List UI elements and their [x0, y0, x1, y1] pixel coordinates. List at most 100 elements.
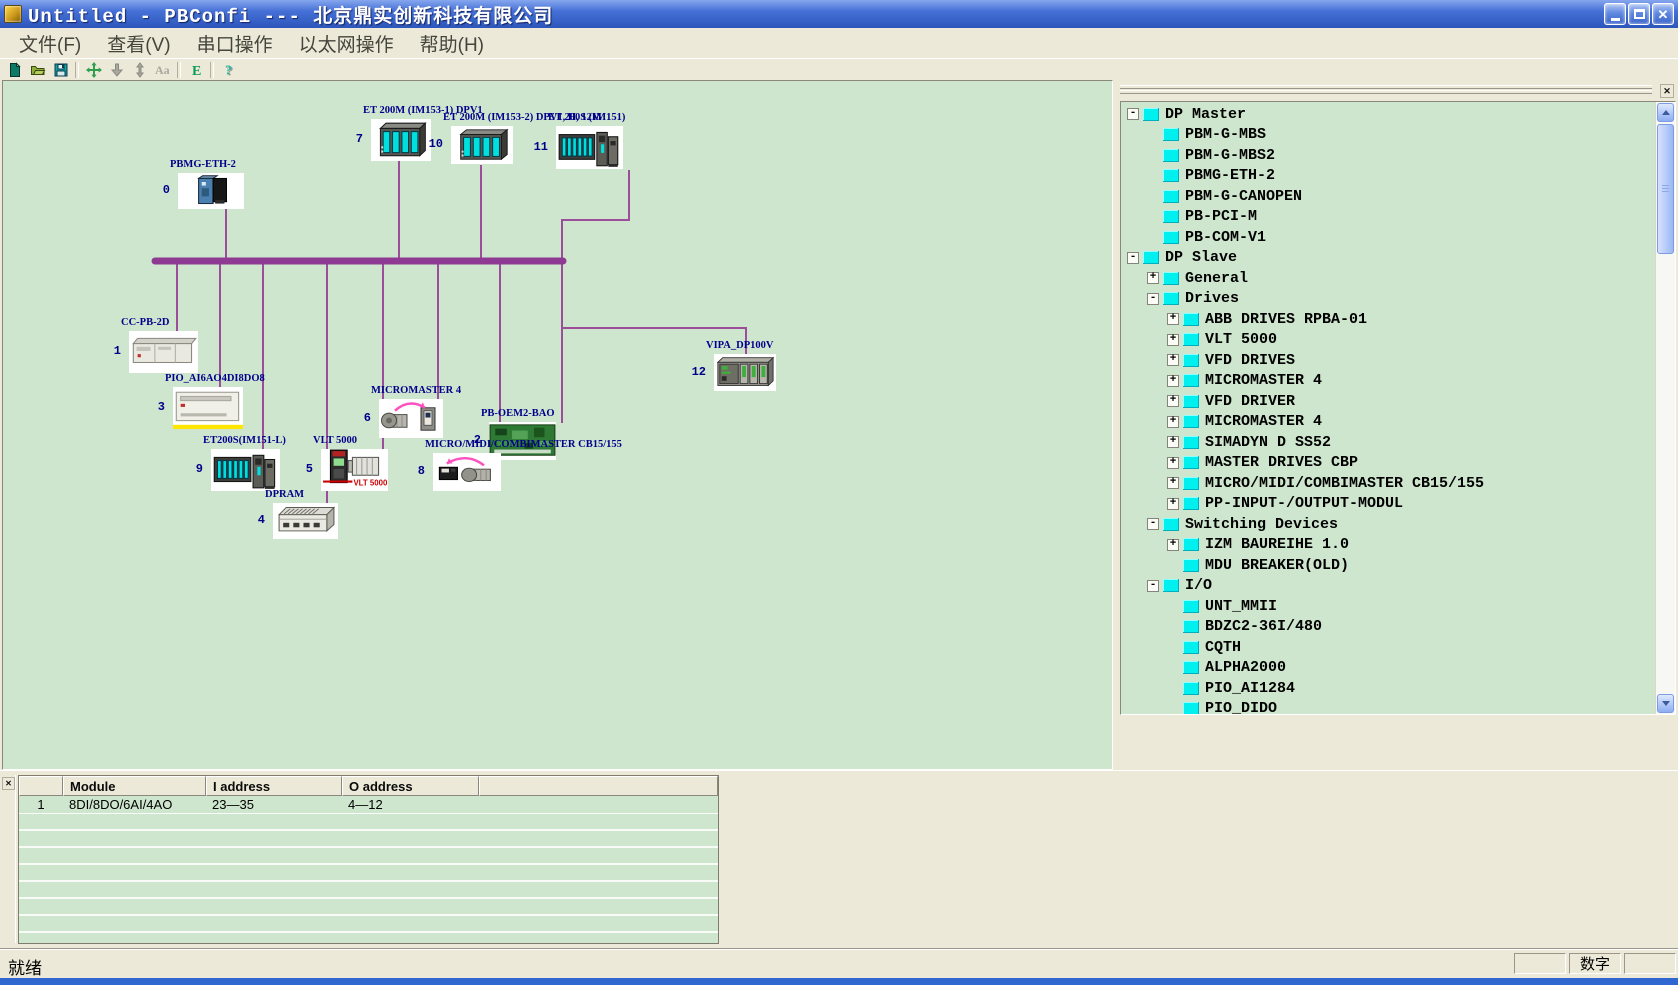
tree-expand-icon[interactable]: + [1167, 477, 1179, 489]
tree-item-pio-dido[interactable]: PIO_DIDO [1123, 699, 1654, 715]
menu-item-m3[interactable]: 以太网操作 [286, 30, 407, 57]
tree-expand-icon[interactable]: + [1167, 539, 1179, 551]
tree-item-pb-pci-m[interactable]: PB-PCI-M [1123, 207, 1654, 228]
scroll-down-button[interactable] [1657, 694, 1674, 713]
tree-item-unt-mmii[interactable]: UNT_MMII [1123, 596, 1654, 617]
tree-item-switching-devices[interactable]: - Switching Devices [1123, 514, 1654, 535]
tree-item-master-drives-cbp[interactable]: +MASTER DRIVES CBP [1123, 453, 1654, 474]
tree-collapse-icon[interactable]: - [1127, 108, 1139, 120]
device-node-dpram[interactable] [273, 503, 338, 539]
toolbar-button-arrow-down[interactable] [105, 60, 128, 79]
tree-item-dp-master[interactable]: -DP Master [1123, 104, 1654, 125]
tree-item-vfd-driver[interactable]: +VFD DRIVER [1123, 391, 1654, 412]
tree-item-pbmg-eth-2[interactable]: PBMG-ETH-2 [1123, 166, 1654, 187]
tree-expand-icon[interactable]: + [1167, 354, 1179, 366]
tree-expand-icon[interactable]: + [1167, 313, 1179, 325]
tree-item-pb-com-v1[interactable]: PB-COM-V1 [1123, 227, 1654, 248]
tree-expand-icon[interactable]: + [1167, 498, 1179, 510]
device-node-pbmg-eth-2[interactable] [178, 173, 244, 209]
toolbar-button-letter-e[interactable]: E [184, 60, 207, 79]
table-panel-close-button[interactable]: ✕ [2, 777, 15, 790]
menu-item-m2[interactable]: 串口操作 [184, 30, 286, 57]
device-type-icon [1163, 210, 1179, 223]
device-tree: -DP MasterPBM-G-MBSPBM-G-MBS2PBMG-ETH-2P… [1123, 104, 1654, 714]
close-icon: ✕ [1658, 8, 1669, 21]
station-number-4: 4 [245, 513, 265, 527]
table-row[interactable]: 18DI/8DO/6AI/4AO23—354—12 [19, 796, 718, 814]
tree-item-pp-input-output-modul[interactable]: +PP-INPUT-/OUTPUT-MODUL [1123, 494, 1654, 515]
tree-item-micromaster-4[interactable]: +MICROMASTER 4 [1123, 412, 1654, 433]
toolbar-button-font-size[interactable]: Aa [151, 60, 174, 79]
toolbar-button-open-folder[interactable] [26, 60, 49, 79]
tree-expand-icon[interactable]: + [1147, 272, 1159, 284]
tree-item-cqth[interactable]: CQTH [1123, 637, 1654, 658]
tree-item-izm-baureihe-1-0[interactable]: +IZM BAUREIHE 1.0 [1123, 535, 1654, 556]
device-node-et-200s-im151[interactable] [556, 126, 623, 169]
tree-expand-icon[interactable]: + [1167, 457, 1179, 469]
panel-gripper[interactable]: ✕ [1120, 84, 1674, 98]
tree-item-drives[interactable]: -Drives [1123, 289, 1654, 310]
tree-collapse-icon[interactable]: - [1127, 252, 1139, 264]
tree-item-bdzc2-36i-480[interactable]: BDZC2-36I/480 [1123, 617, 1654, 638]
tree-item-mdu-breaker-old[interactable]: MDU BREAKER(OLD) [1123, 555, 1654, 576]
device-node-vipa-dp100v[interactable] [714, 354, 776, 391]
window-close-button[interactable]: ✕ [1652, 3, 1674, 25]
scroll-up-button[interactable] [1657, 103, 1674, 122]
tree-collapse-icon[interactable]: - [1147, 293, 1159, 305]
diagram-canvas[interactable]: PBMG-ETH-20ET 200M (IM153-1) DPV17ET 200… [2, 80, 1113, 770]
device-node-vlt-5000[interactable]: VLT 5000 [321, 449, 388, 491]
tree-collapse-icon[interactable]: - [1147, 580, 1159, 592]
table-header-row-number[interactable] [19, 776, 63, 796]
tree-item-label: Switching Devices [1185, 516, 1338, 533]
toolbar-button-move-cross[interactable] [82, 60, 105, 79]
tree-collapse-icon[interactable]: - [1147, 518, 1159, 530]
toolbar-button-save[interactable] [49, 60, 72, 79]
tree-expand-icon[interactable]: + [1167, 375, 1179, 387]
tree-expand-icon[interactable]: + [1167, 334, 1179, 346]
menu-item-h[interactable]: 帮助(H) [407, 30, 497, 57]
tree-item-abb-drives-rpba-01[interactable]: +ABB DRIVES RPBA-01 [1123, 309, 1654, 330]
menu-item-f[interactable]: 文件(F) [6, 30, 94, 57]
table-header-i-address[interactable]: I address [206, 776, 342, 796]
window-minimize-button[interactable] [1604, 3, 1626, 25]
device-tree-box[interactable]: -DP MasterPBM-G-MBSPBM-G-MBS2PBMG-ETH-2P… [1120, 101, 1676, 715]
device-node-cc-pb-2d[interactable] [129, 331, 198, 373]
tree-expand-icon[interactable]: + [1167, 416, 1179, 428]
tree-scrollbar[interactable] [1655, 102, 1675, 714]
tree-item-pbm-g-canopen[interactable]: PBM-G-CANOPEN [1123, 186, 1654, 207]
tree-item-pbm-g-mbs2[interactable]: PBM-G-MBS2 [1123, 145, 1654, 166]
tree-item-vlt-5000[interactable]: +VLT 5000 [1123, 330, 1654, 351]
tree-item-alpha2000[interactable]: ALPHA2000 [1123, 658, 1654, 679]
tree-item-i-o[interactable]: -I/O [1123, 576, 1654, 597]
tree-item-vfd-drives[interactable]: +VFD DRIVES [1123, 350, 1654, 371]
menu-bar: 文件(F)查看(V)串口操作以太网操作帮助(H) [0, 28, 1678, 59]
tree-expand-icon[interactable]: + [1167, 436, 1179, 448]
tree-item-simadyn-d-ss52[interactable]: +SIMADYN D SS52 [1123, 432, 1654, 453]
tree-item-general[interactable]: +General [1123, 268, 1654, 289]
station-number-12: 12 [686, 365, 706, 379]
device-node-pio-ai6ao4di8do8[interactable] [173, 387, 243, 429]
menu-item-v[interactable]: 查看(V) [94, 30, 183, 57]
toolbar-button-help[interactable]: ?? [217, 60, 240, 79]
move-cross-icon [86, 62, 102, 78]
window-maximize-button[interactable] [1628, 3, 1650, 25]
tree-item-pbm-g-mbs[interactable]: PBM-G-MBS [1123, 125, 1654, 146]
device-node-micro-midi-combimaster-cb15-155[interactable] [433, 453, 501, 491]
tree-panel-close-button[interactable]: ✕ [1660, 84, 1674, 98]
toolbar-button-arrow-up-down[interactable] [128, 60, 151, 79]
table-header-module[interactable]: Module [63, 776, 206, 796]
scrollbar-thumb[interactable] [1657, 124, 1674, 254]
module-address-table[interactable]: ModuleI addressO address 18DI/8DO/6AI/4A… [18, 775, 719, 944]
table-header-o-address[interactable]: O address [342, 776, 479, 796]
tree-item-pio-ai1284[interactable]: PIO_AI1284 [1123, 678, 1654, 699]
tree-item-micromaster-4[interactable]: +MICROMASTER 4 [1123, 371, 1654, 392]
toolbar-button-new-file[interactable] [3, 60, 26, 79]
tree-expand-icon[interactable]: + [1167, 395, 1179, 407]
device-node-et200s-im151-l[interactable] [211, 449, 280, 491]
device-node-et-200m-im153-1-dpv1[interactable] [371, 119, 431, 161]
tree-item-micro-midi-combimaster-cb15-155[interactable]: +MICRO/MIDI/COMBIMASTER CB15/155 [1123, 473, 1654, 494]
device-node-micromaster-4[interactable] [379, 399, 443, 438]
tree-item-dp-slave[interactable]: -DP Slave [1123, 248, 1654, 269]
device-node-et-200m-im153-2-dpv1-h-12m[interactable] [451, 126, 513, 164]
status-indicator-: 数字 [1569, 953, 1621, 974]
